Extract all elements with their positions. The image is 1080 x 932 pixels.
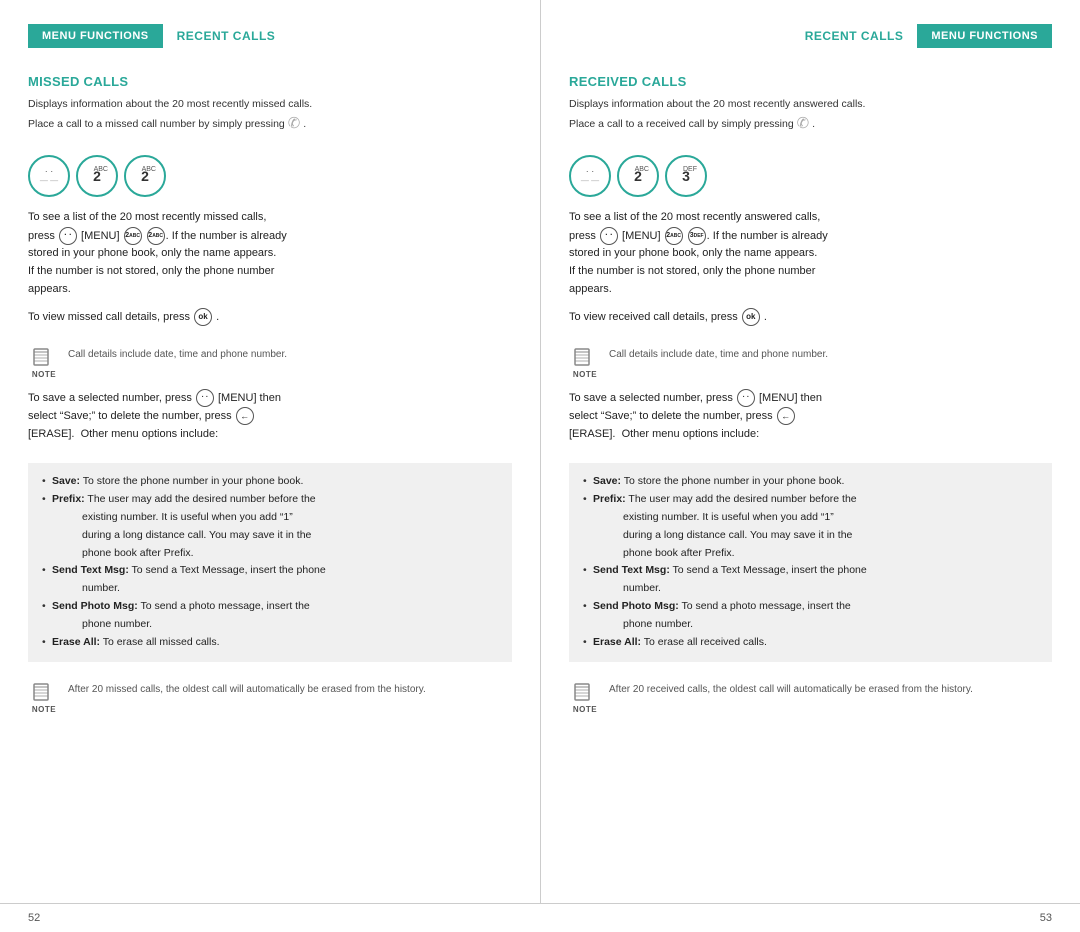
left-bullet-sendphoto: Send Photo Msg: To send a photo message,…: [42, 598, 498, 634]
right-page: RECENT CALLS MENU FUNCTIONS RECEIVED CAL…: [540, 0, 1080, 903]
left-2abc-key-1: 2 ABC: [76, 155, 118, 197]
right-recent-calls-label: RECENT CALLS: [805, 29, 904, 43]
right-ok-key: ok: [742, 308, 760, 326]
left-bullet-sendtext: Send Text Msg: To send a Text Message, i…: [42, 562, 498, 598]
page-footer: 52 53: [0, 903, 1080, 932]
left-menu-functions-badge: MENU FUNCTIONS: [28, 24, 163, 48]
right-note-icon-2: NOTE: [569, 682, 601, 714]
left-recent-calls-label: RECENT CALLS: [177, 29, 276, 43]
right-bullet-sendphoto: Send Photo Msg: To send a photo message,…: [583, 598, 1038, 634]
right-menu-functions-badge: MENU FUNCTIONS: [917, 24, 1052, 48]
left-save-text: To save a selected number, press · · [ME…: [28, 389, 512, 444]
left-key-sequence: · · — — 2 ABC 2 ABC: [28, 155, 512, 197]
left-body-text: To see a list of the 20 most recently mi…: [28, 209, 512, 298]
right-header: RECENT CALLS MENU FUNCTIONS: [569, 20, 1052, 52]
left-description: Displays information about the 20 most r…: [28, 97, 512, 135]
right-3def-inline: 3DEF: [688, 227, 706, 245]
right-bullet-prefix: Prefix: The user may add the desired num…: [583, 491, 1038, 562]
right-description: Displays information about the 20 most r…: [569, 97, 1052, 135]
right-menu-key: · · — —: [569, 155, 611, 197]
right-note-label-1: NOTE: [573, 370, 597, 379]
left-page-number: 52: [28, 912, 40, 924]
right-note-text-2: After 20 received calls, the oldest call…: [609, 682, 1052, 697]
right-2abc-key: 2 ABC: [617, 155, 659, 197]
left-note-text-2: After 20 missed calls, the oldest call w…: [68, 682, 512, 697]
right-note-label-2: NOTE: [573, 705, 597, 714]
left-view-details: To view missed call details, press ok .: [28, 308, 512, 327]
left-bullet-prefix: Prefix: The user may add the desired num…: [42, 491, 498, 562]
right-page-number: 53: [1040, 912, 1052, 924]
left-bullet-list: Save: To store the phone number in your …: [28, 463, 512, 661]
left-note-icon-1: NOTE: [28, 347, 60, 379]
left-2abc-inline-1: 2ABC: [124, 227, 142, 245]
right-body-text: To see a list of the 20 most recently an…: [569, 209, 1052, 298]
right-key-sequence: · · — — 2 ABC 3 DEF: [569, 155, 1052, 197]
right-2abc-inline: 2ABC: [665, 227, 683, 245]
right-bullet-sendtext: Send Text Msg: To send a Text Message, i…: [583, 562, 1038, 598]
left-2abc-key-2: 2 ABC: [124, 155, 166, 197]
right-bullet-save: Save: To store the phone number in your …: [583, 473, 1038, 491]
left-note-label-2: NOTE: [32, 705, 56, 714]
left-page: MENU FUNCTIONS RECENT CALLS MISSED CALLS…: [0, 0, 540, 903]
right-3def-key: 3 DEF: [665, 155, 707, 197]
left-section-title: MISSED CALLS: [28, 74, 512, 89]
right-note-2: NOTE After 20 received calls, the oldest…: [569, 682, 1052, 714]
left-note-label-1: NOTE: [32, 370, 56, 379]
right-note-icon-1: NOTE: [569, 347, 601, 379]
left-menu-key: · · — —: [28, 155, 70, 197]
left-erase-key: ←: [236, 407, 254, 425]
left-note-icon-2: NOTE: [28, 682, 60, 714]
left-bullet-save: Save: To store the phone number in your …: [42, 473, 498, 491]
left-ok-key: ok: [194, 308, 212, 326]
left-note-1: NOTE Call details include date, time and…: [28, 347, 512, 379]
left-2abc-inline-2: 2ABC: [147, 227, 165, 245]
left-bullet-eraseall: Erase All: To erase all missed calls.: [42, 634, 498, 652]
left-menu-save-key: · ·: [196, 389, 214, 407]
right-erase-key: ←: [777, 407, 795, 425]
right-save-text: To save a selected number, press · · [ME…: [569, 389, 1052, 444]
right-bullet-eraseall: Erase All: To erase all received calls.: [583, 634, 1038, 652]
right-section-title: RECEIVED CALLS: [569, 74, 1052, 89]
right-note-1: NOTE Call details include date, time and…: [569, 347, 1052, 379]
right-note-text-1: Call details include date, time and phon…: [609, 347, 1052, 362]
left-note-text-1: Call details include date, time and phon…: [68, 347, 512, 362]
left-note-2: NOTE After 20 missed calls, the oldest c…: [28, 682, 512, 714]
left-header: MENU FUNCTIONS RECENT CALLS: [28, 20, 512, 52]
right-menu-inline-key: · ·: [600, 227, 618, 245]
left-menu-inline-key: · ·: [59, 227, 77, 245]
right-bullet-list: Save: To store the phone number in your …: [569, 463, 1052, 661]
right-view-details: To view received call details, press ok …: [569, 308, 1052, 327]
right-menu-save-key: · ·: [737, 389, 755, 407]
